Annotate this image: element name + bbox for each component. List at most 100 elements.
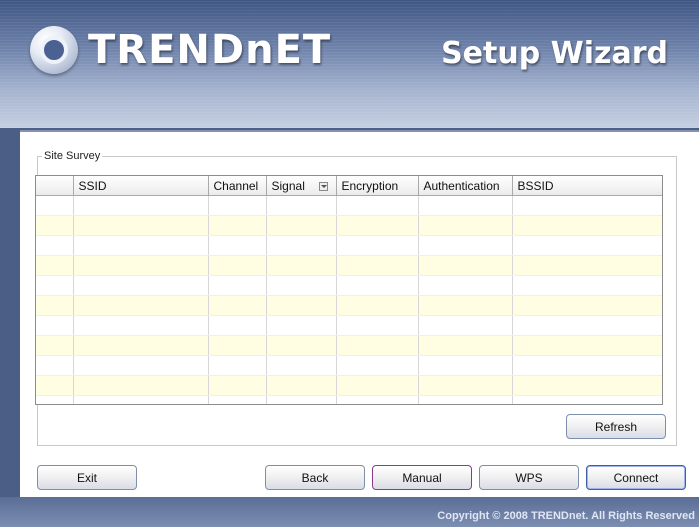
wps-button[interactable]: WPS — [479, 465, 579, 490]
table-cell — [336, 235, 419, 256]
table-cell — [73, 355, 209, 376]
table-cell — [266, 195, 337, 216]
table-cell — [208, 335, 267, 356]
table-cell — [36, 275, 74, 296]
table-cell — [336, 315, 419, 336]
table-row[interactable] — [36, 295, 662, 316]
table-row[interactable] — [36, 335, 662, 356]
table-cell — [73, 275, 209, 296]
table-cell — [512, 295, 662, 316]
column-header-authentication[interactable]: Authentication — [418, 176, 513, 196]
table-cell — [266, 315, 337, 336]
table-cell — [266, 235, 337, 256]
trendnet-logo: TRENDnET — [30, 25, 331, 75]
table-row[interactable] — [36, 355, 662, 376]
table-cell — [512, 375, 662, 396]
table-header-row: SSID Channel Signal Encryption Authentic… — [36, 176, 662, 196]
table-cell — [512, 215, 662, 236]
table-cell — [208, 195, 267, 216]
table-cell — [336, 395, 419, 404]
table-cell — [512, 355, 662, 376]
table-row[interactable] — [36, 275, 662, 296]
table-cell — [418, 395, 513, 404]
table-cell — [36, 395, 74, 404]
table-cell — [266, 255, 337, 276]
table-cell — [336, 375, 419, 396]
table-cell — [73, 195, 209, 216]
table-cell — [512, 195, 662, 216]
table-cell — [208, 235, 267, 256]
table-cell — [208, 215, 267, 236]
table-cell — [73, 295, 209, 316]
table-cell — [336, 195, 419, 216]
table-cell — [208, 255, 267, 276]
table-cell — [266, 335, 337, 356]
column-header-bssid[interactable]: BSSID — [512, 176, 662, 196]
table-row[interactable] — [36, 315, 662, 336]
table-cell — [208, 295, 267, 316]
table-cell — [266, 355, 337, 376]
exit-button[interactable]: Exit — [37, 465, 137, 490]
sort-descending-icon[interactable] — [318, 181, 328, 191]
column-header-signal-label: Signal — [271, 178, 305, 193]
table-cell — [266, 215, 337, 236]
table-cell — [512, 275, 662, 296]
table-cell — [418, 215, 513, 236]
table-cell — [73, 235, 209, 256]
back-button[interactable]: Back — [265, 465, 365, 490]
table-row[interactable] — [36, 235, 662, 256]
table-cell — [208, 355, 267, 376]
copyright-text: Copyright © 2008 TRENDnet. All Rights Re… — [437, 510, 695, 522]
manual-button[interactable]: Manual — [372, 465, 472, 490]
table-cell — [73, 335, 209, 356]
table-cell — [266, 395, 337, 404]
table-cell — [73, 395, 209, 404]
table-cell — [336, 215, 419, 236]
table-cell — [418, 375, 513, 396]
table-cell — [336, 335, 419, 356]
table-cell — [266, 295, 337, 316]
table-cell — [36, 235, 74, 256]
site-survey-label: Site Survey — [44, 150, 101, 162]
column-header-ssid[interactable]: SSID — [73, 176, 209, 196]
table-cell — [418, 275, 513, 296]
table-cell — [418, 295, 513, 316]
table-cell — [418, 255, 513, 276]
logo-text: TRENDnET — [88, 27, 332, 73]
table-cell — [512, 255, 662, 276]
table-row[interactable] — [36, 195, 662, 216]
table-cell — [512, 315, 662, 336]
column-header-encryption[interactable]: Encryption — [336, 176, 419, 196]
connect-button[interactable]: Connect — [586, 465, 686, 490]
table-cell — [336, 255, 419, 276]
table-cell — [73, 215, 209, 236]
table-cell — [418, 355, 513, 376]
table-cell — [266, 375, 337, 396]
table-cell — [36, 215, 74, 236]
table-cell — [336, 355, 419, 376]
refresh-button[interactable]: Refresh — [566, 414, 666, 439]
column-header-channel[interactable]: Channel — [208, 176, 267, 196]
table-cell — [418, 315, 513, 336]
table-row[interactable] — [36, 395, 662, 404]
table-cell — [73, 255, 209, 276]
table-cell — [36, 295, 74, 316]
table-cell — [512, 395, 662, 404]
table-cell — [512, 235, 662, 256]
table-cell — [512, 335, 662, 356]
logo-emblem-icon — [30, 26, 78, 74]
table-cell — [418, 235, 513, 256]
table-cell — [36, 335, 74, 356]
table-row[interactable] — [36, 215, 662, 236]
table-cell — [73, 375, 209, 396]
table-cell — [266, 275, 337, 296]
table-cell — [418, 335, 513, 356]
column-header-select[interactable] — [36, 176, 74, 196]
table-row[interactable] — [36, 255, 662, 276]
table-cell — [418, 195, 513, 216]
column-header-signal[interactable]: Signal — [266, 176, 337, 196]
header-banner: TRENDnET Setup Wizard — [0, 0, 699, 128]
table-cell — [208, 315, 267, 336]
site-survey-table[interactable]: SSID Channel Signal Encryption Authentic… — [35, 175, 663, 405]
table-row[interactable] — [36, 375, 662, 396]
